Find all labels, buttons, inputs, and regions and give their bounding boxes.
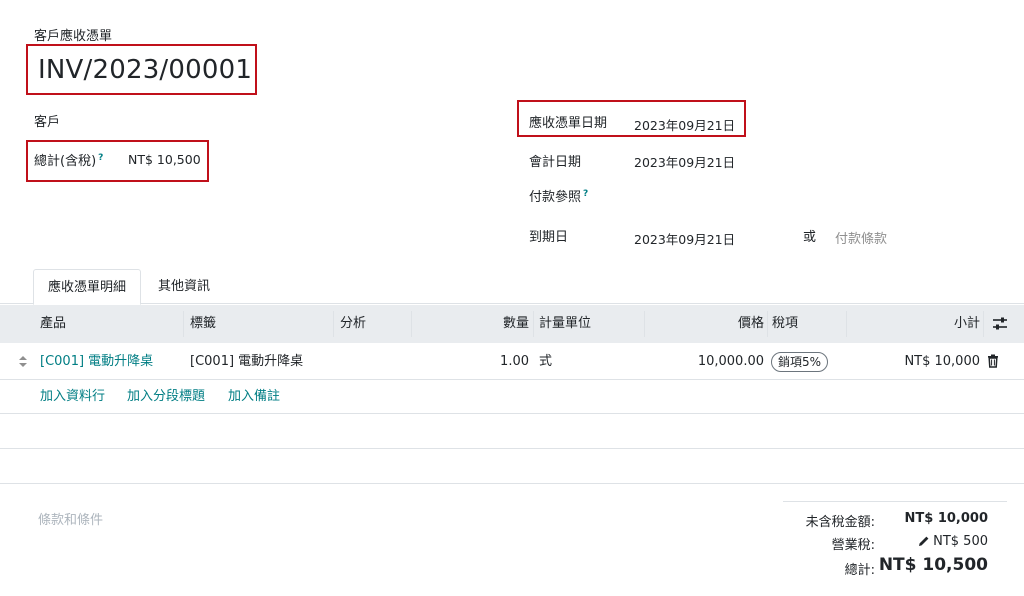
sales-tax-value[interactable]: NT$ 500 — [933, 534, 988, 549]
col-subtotal[interactable]: 小計 — [954, 305, 980, 343]
tax-badge[interactable]: 銷項5% — [771, 352, 829, 372]
notebook-tabs: 應收憑單明細 其他資訊 — [0, 269, 1024, 305]
tab-other-info[interactable]: 其他資訊 — [144, 269, 224, 305]
col-price[interactable]: 價格 — [738, 305, 764, 343]
col-taxes[interactable]: 稅項 — [772, 305, 798, 343]
column-divider — [767, 311, 768, 337]
sort-handle-icon — [19, 356, 27, 367]
col-product[interactable]: 產品 — [40, 305, 66, 343]
column-divider — [983, 311, 984, 337]
cell-subtotal: NT$ 10,000 — [904, 354, 980, 369]
help-icon[interactable]: ? — [98, 153, 103, 163]
cell-price[interactable]: 10,000.00 — [698, 343, 764, 380]
col-uom[interactable]: 計量單位 — [539, 305, 591, 343]
col-analytic[interactable]: 分析 — [340, 305, 366, 343]
help-icon[interactable]: ? — [583, 189, 588, 199]
table-row[interactable]: [C001] 電動升降桌 [C001] 電動升降桌 1.00 式 10,000.… — [0, 343, 1024, 380]
optional-columns-icon[interactable] — [992, 305, 1008, 343]
col-label[interactable]: 標籤 — [190, 305, 216, 343]
payment-terms-input[interactable]: 付款條款 — [835, 228, 887, 247]
sliders-icon — [993, 317, 1007, 330]
due-date-label: 到期日 — [529, 230, 569, 245]
column-divider — [411, 311, 412, 337]
cell-quantity[interactable]: 1.00 — [500, 343, 529, 380]
cell-uom[interactable]: 式 — [539, 343, 552, 380]
column-divider — [846, 311, 847, 337]
edit-tax-icon[interactable] — [918, 535, 930, 547]
untaxed-amount-value: NT$ 10,000 — [904, 511, 988, 526]
sales-tax-label: 營業稅: — [831, 538, 875, 553]
empty-table-row — [0, 414, 1024, 449]
column-divider — [644, 311, 645, 337]
delete-icon — [988, 354, 998, 368]
empty-table-row — [0, 449, 1024, 484]
grand-total-value: NT$ 10,500 — [878, 555, 988, 575]
trash-icon[interactable] — [987, 343, 1001, 380]
accounting-date-value[interactable]: 2023年09月21日 — [634, 152, 735, 171]
or-text: 或 — [803, 230, 817, 245]
payment-reference-label: 付款參照 — [529, 190, 582, 205]
invoice-number: INV/2023/00001 — [38, 55, 253, 85]
column-divider — [333, 311, 334, 337]
totals-divider — [783, 501, 1007, 502]
col-quantity[interactable]: 數量 — [503, 305, 529, 343]
payment-reference-field: 付款參照? — [529, 186, 588, 205]
drag-handle-icon[interactable] — [18, 343, 30, 380]
add-note-link[interactable]: 加入備註 — [228, 380, 280, 414]
due-date-value[interactable]: 2023年09月21日 — [634, 229, 735, 248]
table-header: 產品 標籤 分析 數量 計量單位 價格 稅項 小計 — [0, 305, 1024, 343]
add-line-link[interactable]: 加入資料行 — [40, 380, 105, 414]
pencil-icon — [919, 536, 929, 546]
total-incl-tax-label: 總計(含稅) — [34, 154, 97, 169]
grand-total-label: 總計: — [844, 563, 875, 578]
cell-label[interactable]: [C001] 電動升降桌 — [190, 343, 303, 380]
terms-and-conditions-input[interactable]: 條款和條件 — [38, 509, 103, 528]
accounting-date-label: 會計日期 — [529, 155, 582, 170]
untaxed-amount-label: 未含稅金額: — [805, 515, 875, 530]
tab-invoice-lines[interactable]: 應收憑單明細 — [33, 269, 142, 305]
column-divider — [183, 311, 184, 337]
invoice-date-label: 應收憑單日期 — [529, 116, 608, 131]
add-lines-row: 加入資料行 加入分段標題 加入備註 — [0, 380, 1024, 414]
total-incl-tax-field: 總計(含稅)? — [34, 150, 103, 169]
document-type-label: 客戶應收憑單 — [34, 29, 113, 44]
invoice-date-value[interactable]: 2023年09月21日 — [634, 115, 735, 134]
add-section-link[interactable]: 加入分段標題 — [127, 380, 205, 414]
customer-label: 客戶 — [34, 115, 61, 130]
total-incl-tax-value: NT$ 10,500 — [128, 152, 201, 167]
column-divider — [533, 311, 534, 337]
cell-product[interactable]: [C001] 電動升降桌 — [40, 343, 153, 380]
